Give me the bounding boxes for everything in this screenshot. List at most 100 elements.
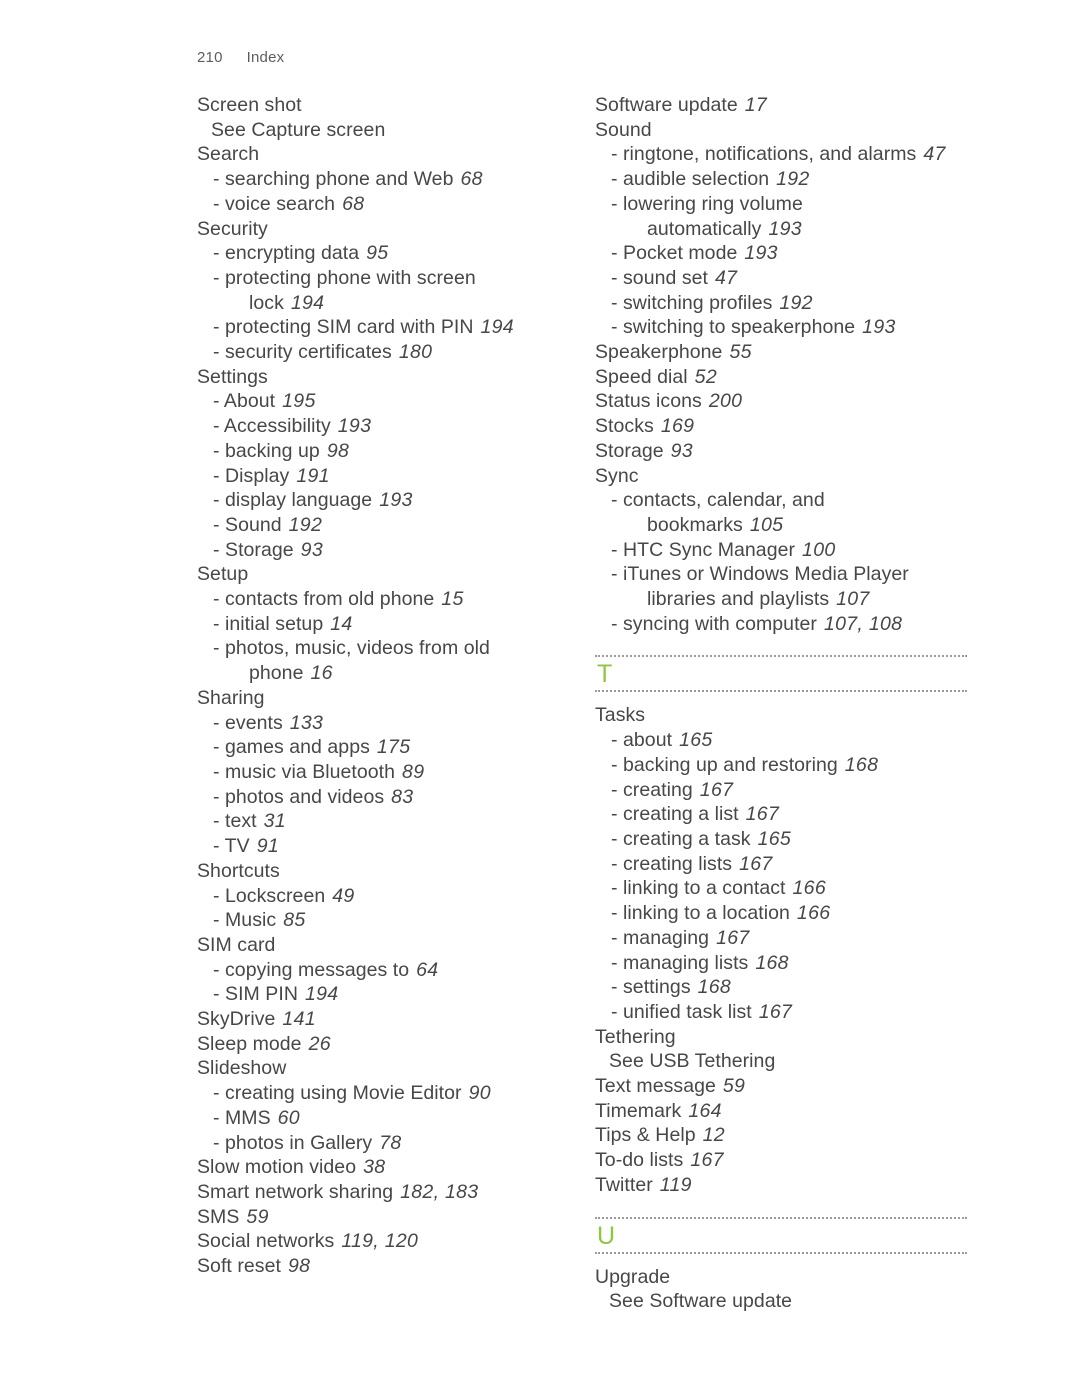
index-entry: - creating a task 165 — [595, 827, 967, 852]
index-entry-label: - lowering ring volume — [611, 192, 803, 215]
index-entry-label: Sharing — [197, 686, 265, 709]
index-entry-label: libraries and playlists — [647, 588, 830, 611]
index-entry-label: - Storage — [213, 538, 294, 561]
index-entry: - managing lists 168 — [595, 951, 967, 976]
index-entry: - syncing with computer 107, 108 — [595, 612, 967, 637]
index-entry-page-ref: 60 — [277, 1106, 300, 1129]
index-entry-label: - copying messages to — [213, 958, 410, 981]
index-entry-label: - games and apps — [213, 736, 370, 759]
index-entry-page-ref: 141 — [282, 1008, 316, 1031]
index-entry-page-ref: 107, 108 — [823, 612, 903, 635]
index-entry-label: bookmarks — [647, 513, 743, 536]
index-entry-label: automatically — [647, 217, 762, 240]
index-entry-label: Tips & Help — [595, 1124, 696, 1147]
index-entry-page-ref: 192 — [779, 291, 813, 314]
index-entry-label: Status icons — [595, 390, 702, 413]
index-entry: - contacts from old phone 15 — [197, 587, 567, 612]
index-entry-label: - audible selection — [611, 168, 770, 191]
index-entry: - photos and videos 83 — [197, 785, 567, 810]
index-column-right: Software update 17 Sound - ringtone, notifi… — [595, 93, 967, 1314]
index-entry-page-ref: 15 — [441, 588, 464, 611]
index-entry: - initial setup 14 — [197, 612, 567, 637]
index-entry-page-ref: 192 — [776, 168, 810, 191]
index-entry-label: Social networks — [197, 1230, 335, 1253]
index-entry-label: - encrypting data — [213, 242, 360, 265]
index-entry-page-ref: 12 — [702, 1124, 725, 1147]
index-entry: See Software update — [595, 1289, 967, 1314]
index-entry-page-ref: 98 — [287, 1255, 311, 1278]
letter-rule-bottom — [595, 690, 967, 693]
index-entry-label: - switching profiles — [611, 291, 773, 314]
index-entry: - creating 167 — [595, 778, 967, 803]
index-entry: Upgrade — [595, 1265, 967, 1290]
index-entry-label: - settings — [611, 976, 691, 999]
letter-section-header: U — [595, 1216, 967, 1254]
index-entry-page-ref: 52 — [694, 365, 717, 388]
index-entry-label: lock — [249, 291, 284, 314]
index-entry-page-ref: 192 — [288, 513, 323, 536]
index-entry-label: Speakerphone — [595, 341, 723, 364]
index-entry-label: Smart network sharing — [197, 1180, 394, 1203]
index-entry: - Lockscreen 49 — [197, 884, 567, 909]
index-entry-label: Sync — [595, 464, 639, 487]
index-entry-page-ref: 167 — [739, 852, 773, 875]
index-entry: - iTunes or Windows Media Player — [595, 562, 967, 587]
index-entry: - protecting phone with screen — [197, 266, 567, 291]
index-entry-page-ref: 193 — [379, 489, 413, 512]
index-entry-page-ref: 133 — [289, 711, 324, 734]
index-entry-label: - photos, music, videos from old — [213, 637, 490, 660]
index-entry-label: See USB Tethering — [609, 1050, 776, 1073]
index-entry-page-ref: 193 — [337, 415, 372, 438]
index-entry: - games and apps 175 — [197, 735, 567, 760]
index-entry-label: - backing up — [213, 439, 320, 462]
index-entry-label: Screen shot — [197, 94, 302, 116]
index-entry: - TV 91 — [197, 834, 567, 859]
index-entry: - music via Bluetooth 89 — [197, 760, 567, 785]
index-entry: Settings — [197, 365, 567, 390]
index-entry-page-ref: 182, 183 — [400, 1180, 479, 1203]
index-entry-label: - about — [611, 729, 673, 752]
index-entry-page-ref: 68 — [342, 192, 365, 215]
index-entry: Shortcuts — [197, 859, 567, 884]
index-entry-label: Search — [197, 143, 260, 166]
index-entry: - contacts, calendar, and — [595, 488, 967, 513]
index-entry: - searching phone and Web 68 — [197, 167, 567, 192]
index-entry-label: Setup — [197, 563, 249, 586]
index-entry: Timemark 164 — [595, 1099, 967, 1124]
index-entry-page-ref: 168 — [844, 753, 879, 776]
index-entry-label: - creating lists — [611, 852, 733, 875]
index-entry: Sleep mode 26 — [197, 1032, 567, 1057]
index-entry: Tasks — [595, 703, 967, 728]
index-entry-label: - protecting SIM card with PIN — [213, 316, 474, 339]
index-entry-page-ref: 119, 120 — [341, 1230, 419, 1253]
index-entry-page-ref: 59 — [722, 1075, 746, 1098]
index-entry-label: Tethering — [595, 1025, 676, 1048]
index-column-left: Screen shot See Capture screen Search - sea… — [197, 93, 567, 1279]
index-entry-page-ref: 59 — [246, 1205, 269, 1228]
index-entry-page-ref: 168 — [755, 951, 789, 974]
index-entry-label: Shortcuts — [197, 859, 280, 882]
index-entry-label: Sound — [595, 118, 652, 141]
index-entry-page-ref: 93 — [670, 439, 693, 462]
index-entry-label: - MMS — [213, 1106, 271, 1129]
index-entry-label: - photos in Gallery — [213, 1131, 373, 1154]
index-entry: - security certificates 180 — [197, 340, 567, 365]
index-entry-page-ref: 107 — [836, 588, 870, 611]
index-entry-label: - text — [213, 810, 257, 833]
index-entry-page-ref: 85 — [283, 909, 306, 932]
index-entry: - Accessibility 193 — [197, 414, 567, 439]
letter-rule-bottom — [595, 1251, 967, 1254]
index-entry: - unified task list 167 — [595, 1000, 967, 1025]
index-entry-page-ref: 14 — [330, 612, 353, 635]
index-entry-page-ref: 98 — [326, 439, 350, 462]
index-entry: Sound — [595, 118, 967, 143]
index-entry-label: - syncing with computer — [611, 612, 817, 635]
index-entry-label: Slow motion video — [197, 1156, 357, 1179]
index-entry-label: Storage — [595, 439, 664, 462]
index-entry-page-ref: 200 — [708, 390, 743, 413]
index-entry-label: Soft reset — [197, 1255, 281, 1278]
index-entry: libraries and playlists 107 — [595, 587, 967, 612]
index-entry-label: To-do lists — [595, 1149, 684, 1172]
index-entry: - ringtone, notifications, and alarms 47 — [595, 142, 967, 167]
index-entry-page-ref: 164 — [688, 1099, 722, 1122]
